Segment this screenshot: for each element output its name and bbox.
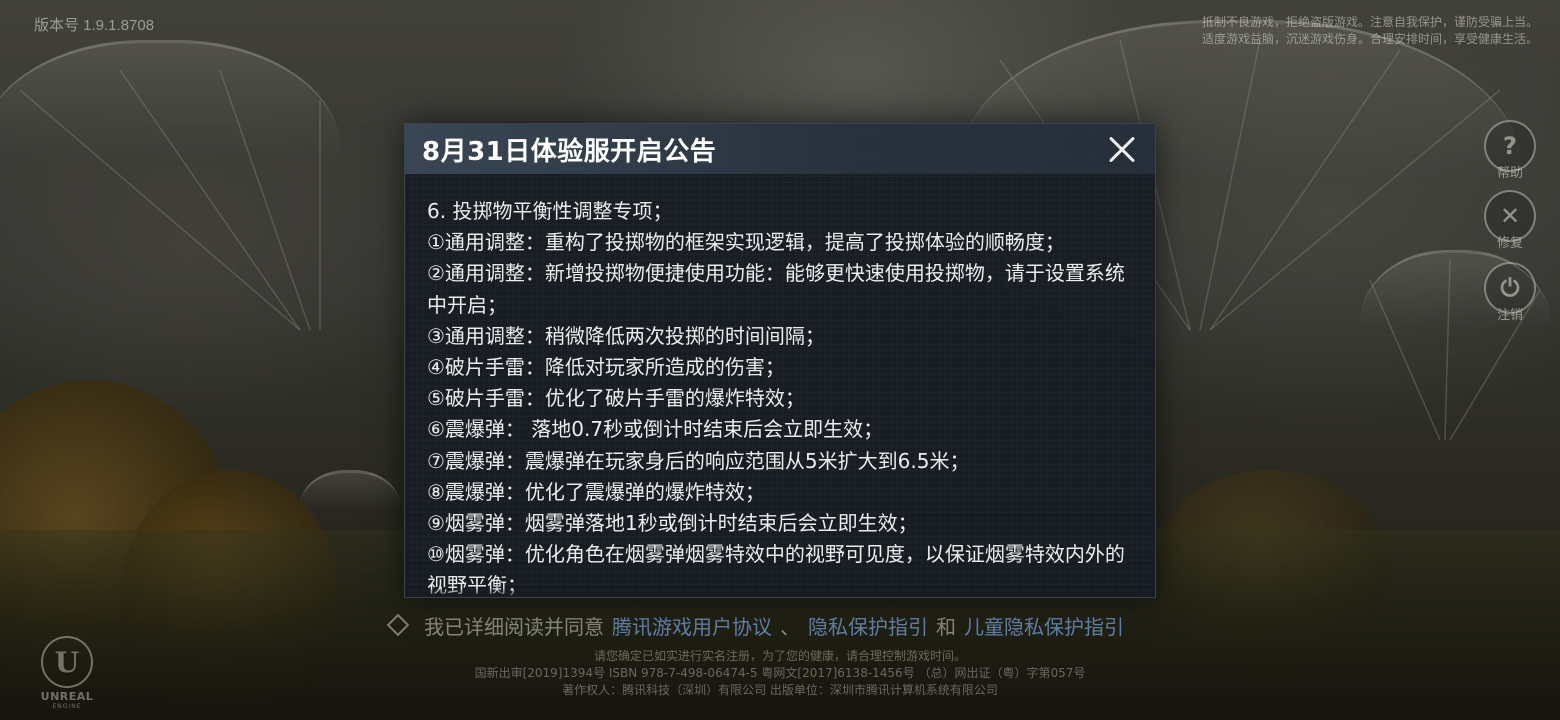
legal-line: 著作权人：腾讯科技（深圳）有限公司 出版单位：深圳市腾讯计算机系统有限公司 <box>562 683 998 697</box>
announcement-modal: 8月31日体验服开启公告 6. 投掷物平衡性调整专项； ①通用调整：重构了投掷物… <box>404 123 1156 598</box>
announcement-line: ⑦震爆弹：震爆弹在玩家身后的响应范围从5米扩大到6.5米； <box>427 448 970 473</box>
agreement-and: 和 <box>936 614 956 639</box>
health-notice-line: 抵制不良游戏，拒绝盗版游戏。注意自我保护，谨防受骗上当。 <box>1201 15 1538 29</box>
logout-label: 注销 <box>1496 308 1523 323</box>
agreement-separator: 、 <box>780 614 800 639</box>
announcement-line: ③通用调整：稍微降低两次投掷的时间间隔； <box>427 323 825 348</box>
legal-line: 请您确定已如实进行实名注册，为了您的健康，请合理控制游戏时间。 <box>593 649 966 663</box>
child-privacy-guide-link[interactable]: 儿童隐私保护指引 <box>964 611 1124 640</box>
announcement-line: ②通用调整：新增投掷物便捷使用功能：能够更快速使用投掷物，请于设置系统中开启； <box>427 261 1125 317</box>
modal-title: 8月31日体验服开启公告 <box>422 136 717 167</box>
unreal-logo-icon: U <box>41 636 93 688</box>
agreement-prefix: 我已详细阅读并同意 <box>424 614 604 639</box>
logout-button[interactable]: ⏻ 注销 <box>1482 262 1538 323</box>
modal-header: 8月31日体验服开启公告 <box>405 124 1155 174</box>
legal-line: 国新出审[2019]1394号 ISBN 978-7-498-06474-5 粤… <box>474 666 1086 680</box>
announcement-line: ④破片手雷：降低对玩家所造成的伤害； <box>427 355 785 380</box>
content-fade <box>405 588 1155 597</box>
unreal-logo-name: UNREAL <box>40 690 94 703</box>
legal-info: 请您确定已如实进行实名注册，为了您的健康，请合理控制游戏时间。 国新出审[201… <box>0 648 1560 699</box>
unreal-engine-logo: U UNREAL ENGINE <box>32 636 102 710</box>
health-notice: 抵制不良游戏，拒绝盗版游戏。注意自我保护，谨防受骗上当。 适度游戏益脑，沉迷游戏… <box>1202 14 1538 48</box>
unreal-logo-sub: ENGINE <box>52 703 82 710</box>
announcement-lines: 6. 投掷物平衡性调整专项； ①通用调整：重构了投掷物的框架实现逻辑，提高了投掷… <box>427 196 1131 597</box>
help-button[interactable]: ? 帮助 <box>1482 120 1538 181</box>
announcement-line: ⑤破片手雷：优化了破片手雷的爆炸特效； <box>427 386 805 411</box>
close-icon[interactable] <box>1105 132 1139 166</box>
repair-button[interactable]: ✕ 修复 <box>1482 190 1538 251</box>
announcement-line: ①通用调整：重构了投掷物的框架实现逻辑，提高了投掷体验的顺畅度； <box>427 230 1065 255</box>
user-agreement-link[interactable]: 腾讯游戏用户协议 <box>612 611 772 640</box>
announcement-line: ⑨烟雾弹：烟雾弹落地1秒或倒计时结束后会立即生效； <box>427 511 918 536</box>
help-label: 帮助 <box>1496 166 1523 181</box>
announcement-content[interactable]: 6. 投掷物平衡性调整专项； ①通用调整：重构了投掷物的框架实现逻辑，提高了投掷… <box>405 174 1155 597</box>
agreement-checkbox[interactable] <box>386 613 410 637</box>
announcement-line: ⑥震爆弹： 落地0.7秒或倒计时结束后会立即生效； <box>427 417 884 442</box>
announcement-line: 6. 投掷物平衡性调整专项； <box>427 199 673 223</box>
health-notice-line: 适度游戏益脑，沉迷游戏伤身。合理安排时间，享受健康生活。 <box>1201 32 1538 46</box>
agreement-row: 我已详细阅读并同意 腾讯游戏用户协议、 隐私保护指引和儿童隐私保护指引 <box>386 610 1124 640</box>
version-label: 版本号 1.9.1.8708 <box>34 17 155 34</box>
privacy-guide-link[interactable]: 隐私保护指引 <box>808 611 928 640</box>
announcement-line: ⑧震爆弹：优化了震爆弹的爆炸特效； <box>427 479 765 504</box>
repair-label: 修复 <box>1496 236 1523 251</box>
